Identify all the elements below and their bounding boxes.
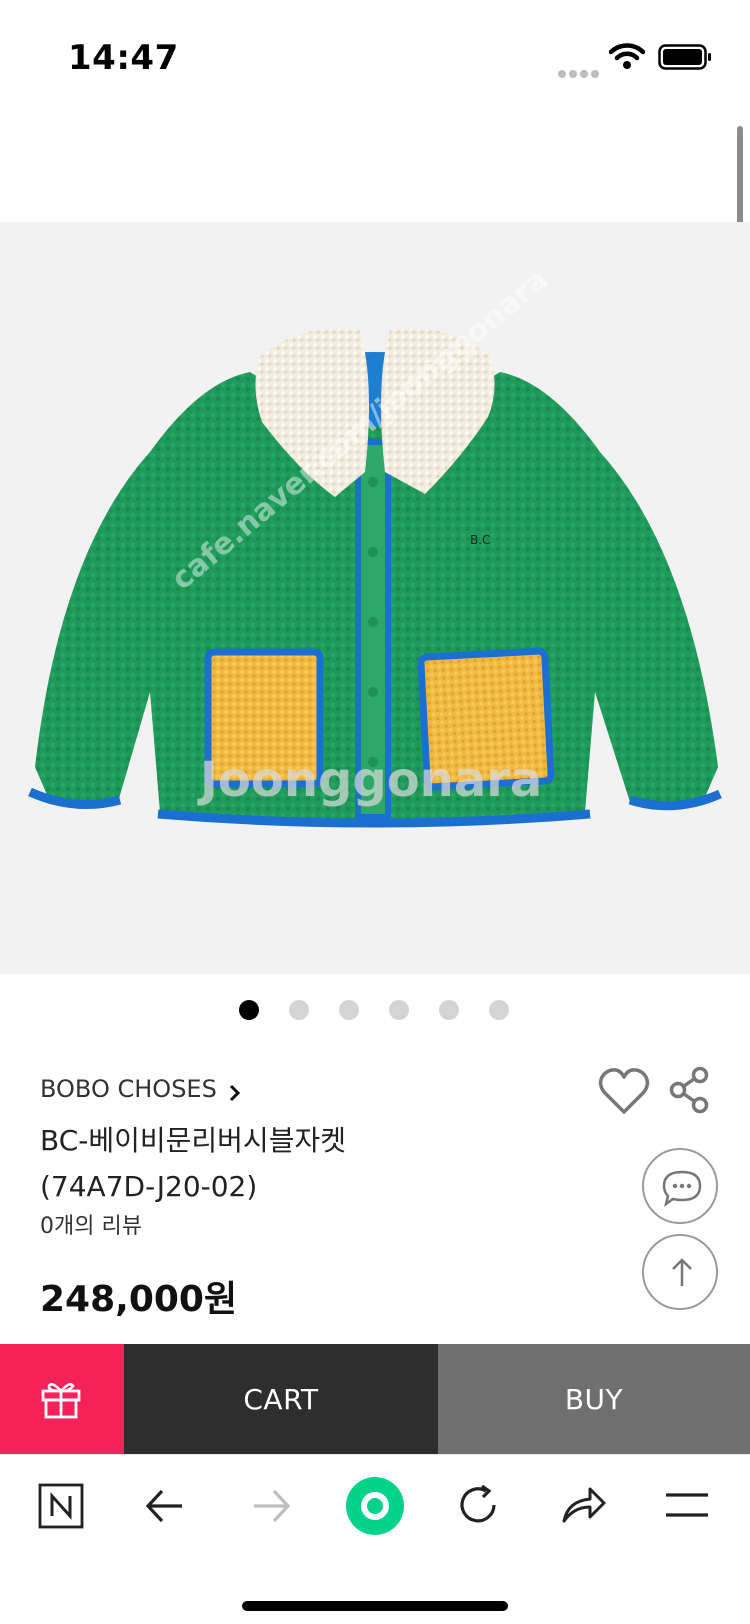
arrow-up-icon	[672, 1258, 692, 1286]
price: 248,000원	[40, 1279, 238, 1320]
cart-button[interactable]: CART	[124, 1344, 438, 1454]
gift-button[interactable]	[0, 1344, 124, 1454]
brand-link[interactable]: BOBO CHOSES	[40, 1075, 217, 1103]
pager-dot-2[interactable]	[289, 1000, 309, 1020]
status-time: 14:47	[68, 38, 179, 78]
image-pager[interactable]	[0, 1000, 750, 1024]
pager-dot-1[interactable]	[239, 1000, 259, 1020]
scroll-top-button[interactable]	[642, 1234, 718, 1310]
naver-n-icon[interactable]	[38, 1483, 84, 1529]
pager-dot-5[interactable]	[439, 1000, 459, 1020]
share-arrow-icon[interactable]	[560, 1483, 608, 1527]
browser-toolbar	[0, 1454, 750, 1624]
gift-icon	[41, 1383, 81, 1419]
back-arrow-icon[interactable]	[144, 1487, 186, 1525]
green-dot-icon[interactable]	[344, 1475, 406, 1537]
battery-icon	[658, 44, 711, 70]
product-name-line2: (74A7D-J20-02)	[40, 1170, 258, 1203]
buy-button[interactable]: BUY	[438, 1344, 750, 1454]
jacket-illustration: B.C	[28, 328, 722, 828]
purchase-bar: CART BUY	[0, 1344, 750, 1454]
heart-icon[interactable]	[597, 1066, 651, 1116]
chevron-right-icon[interactable]	[228, 1084, 242, 1102]
share-icon[interactable]	[668, 1066, 712, 1114]
review-count[interactable]: 0개의 리뷰	[40, 1208, 142, 1240]
product-name-line1: BC-베이비문리버시블자켓	[40, 1124, 346, 1157]
pager-dot-3[interactable]	[339, 1000, 359, 1020]
forward-arrow-icon[interactable]	[250, 1487, 292, 1525]
menu-icon[interactable]	[664, 1491, 710, 1519]
signal-dots-icon	[558, 63, 602, 82]
pager-dot-6[interactable]	[489, 1000, 509, 1020]
chat-icon	[662, 1170, 702, 1207]
refresh-icon[interactable]	[456, 1483, 500, 1527]
wifi-icon	[609, 43, 645, 69]
svg-text:B.C: B.C	[470, 533, 490, 547]
home-indicator[interactable]	[242, 1601, 508, 1611]
product-image[interactable]: B.C cafe.naver.com/joonggonara Joonggona…	[0, 222, 750, 974]
status-bar: 14:47	[0, 0, 750, 110]
pager-dot-4[interactable]	[389, 1000, 409, 1020]
product-name: BC-베이비문리버시블자켓 (74A7D-J20-02)	[40, 1118, 600, 1210]
chat-button[interactable]	[642, 1148, 718, 1224]
